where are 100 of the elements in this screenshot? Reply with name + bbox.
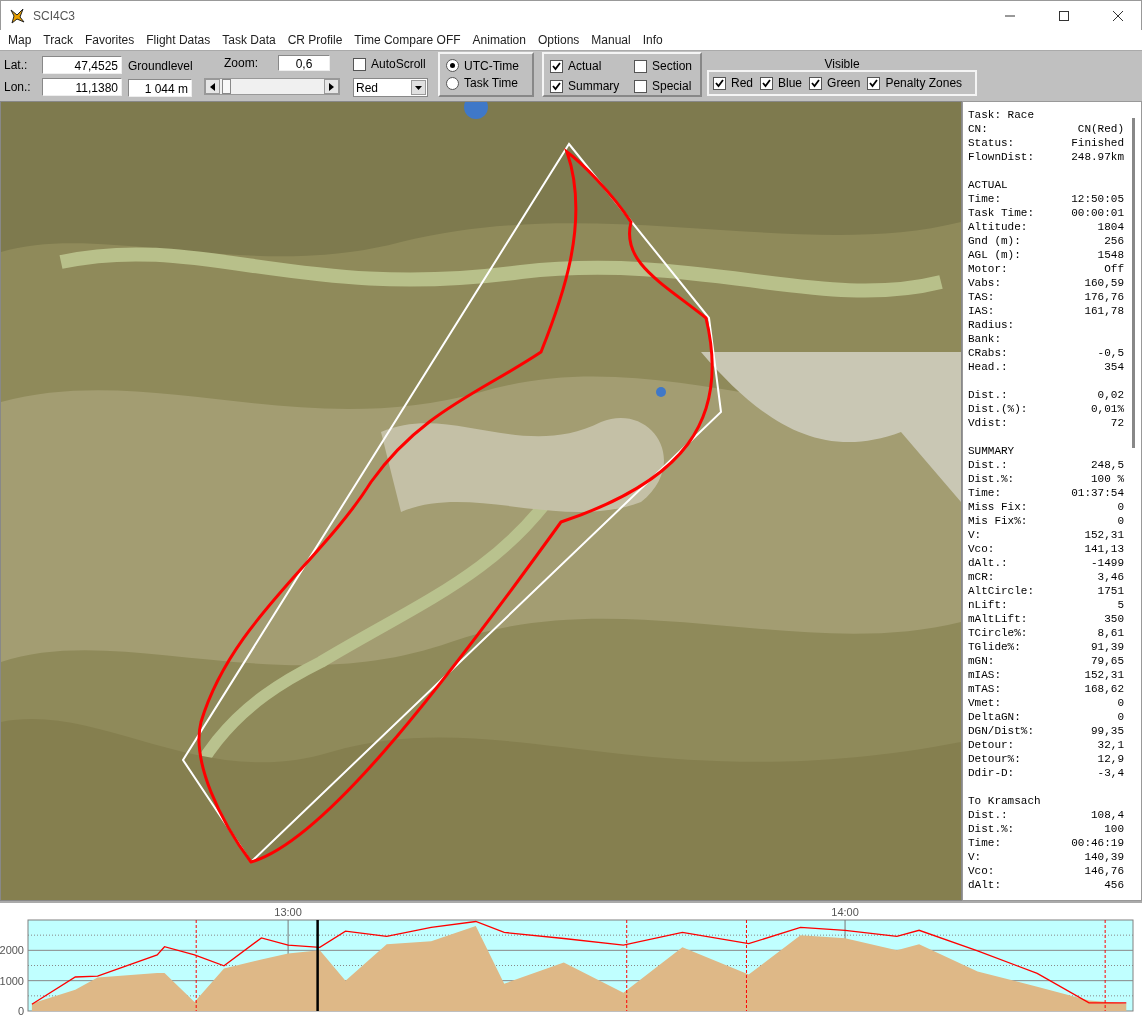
menu-item[interactable]: Flight Datas: [140, 33, 217, 47]
info-label: AltCircle:: [968, 584, 1034, 598]
info-value: 152,31: [1084, 668, 1124, 682]
checkbox[interactable]: [809, 76, 823, 90]
menu-item[interactable]: CR Profile: [281, 33, 349, 47]
info-value: 1804: [1097, 220, 1124, 234]
info-value: 354: [1104, 360, 1124, 374]
y-tick-label: 0: [17, 1005, 24, 1017]
visible-label: Visible: [824, 56, 860, 70]
info-value: 5: [1117, 598, 1124, 612]
info-value: Off: [1104, 262, 1124, 276]
info-label: Dist.%:: [968, 472, 1015, 486]
pilot-dropdown[interactable]: Red: [353, 78, 428, 97]
info-label: mTAS:: [968, 682, 1001, 696]
info-value: 12,9: [1097, 752, 1124, 766]
info-value: 350: [1104, 612, 1124, 626]
menu-item[interactable]: Favorites: [78, 33, 141, 47]
info-value: 0: [1117, 514, 1124, 528]
slider-thumb[interactable]: [222, 79, 232, 94]
info-value: Finished: [1071, 136, 1124, 150]
menu-item[interactable]: Options: [531, 33, 586, 47]
info-value: 3,46: [1097, 570, 1124, 584]
info-label: DeltaGN:: [968, 710, 1021, 724]
menu-item[interactable]: Track: [37, 33, 79, 47]
info-label: IAS:: [968, 304, 995, 318]
info-label: Vdist:: [968, 416, 1008, 430]
zoom-slider[interactable]: [204, 78, 340, 95]
info-label: mAltLift:: [968, 612, 1028, 626]
info-value: 91,39: [1091, 640, 1124, 654]
longitude-label: Lon.:: [4, 80, 32, 94]
x-tick-label: 14:00: [831, 906, 859, 918]
checkbox[interactable]: [867, 76, 881, 90]
info-value: 160,59: [1084, 276, 1124, 290]
info-value: 8,61: [1097, 626, 1124, 640]
info-label: Task Time:: [968, 206, 1034, 220]
info-value: 0: [1117, 696, 1124, 710]
info-label: TAS:: [968, 290, 995, 304]
info-label: TCircle%:: [968, 626, 1028, 640]
info-label: mGN:: [968, 654, 995, 668]
info-value: 161,78: [1084, 304, 1124, 318]
checkbox[interactable]: [550, 79, 563, 93]
info-value: 32,1: [1097, 738, 1124, 752]
input-field[interactable]: 0,6: [278, 55, 330, 71]
info-label: Dist.:: [968, 458, 1008, 472]
menu-item[interactable]: Animation: [466, 33, 532, 47]
radio-label: Task Time: [464, 76, 518, 91]
info-value: 01:37:54: [1071, 486, 1124, 500]
input-field[interactable]: 47,4525: [42, 56, 122, 74]
info-label: Head.:: [968, 360, 1008, 374]
section-heading: ACTUAL: [968, 178, 1009, 192]
time-cursor[interactable]: [316, 920, 319, 1011]
info-label: AGL (m):: [968, 248, 1021, 262]
radio-button[interactable]: [446, 59, 459, 73]
info-label: Mis Fix%:: [968, 514, 1028, 528]
info-label: Time:: [968, 836, 1001, 850]
info-label: Status:: [968, 136, 1015, 150]
checkbox[interactable]: [760, 76, 773, 90]
info-label: Ddir-D:: [968, 766, 1015, 780]
y-tick-label: 2000: [0, 944, 24, 957]
info-label: Dist.%:: [968, 822, 1015, 836]
radio-button[interactable]: [446, 76, 459, 90]
info-value: 0: [1117, 710, 1124, 724]
info-value: 99,35: [1091, 724, 1124, 738]
input-field[interactable]: 11,1380: [42, 78, 122, 96]
info-label: FlownDist:: [968, 150, 1034, 164]
checkbox-label: Blue: [778, 76, 803, 90]
scroll-bar[interactable]: [1132, 118, 1135, 448]
info-value: 100 %: [1091, 472, 1124, 486]
info-value: 0: [1117, 500, 1124, 514]
checkbox[interactable]: [713, 76, 726, 90]
app-icon: [9, 7, 25, 24]
info-value: 146,76: [1084, 864, 1124, 878]
checkbox-label: Section: [652, 59, 693, 73]
menu-item[interactable]: Task Data: [216, 33, 282, 47]
info-label: dAlt.:: [968, 556, 1008, 570]
info-value: 00:00:01: [1071, 206, 1124, 220]
info-value: 1548: [1097, 248, 1124, 262]
input-field[interactable]: 1 044 m: [128, 79, 192, 97]
checkbox[interactable]: [634, 79, 647, 93]
info-label: mIAS:: [968, 668, 1001, 682]
info-value: 176,76: [1084, 290, 1124, 304]
menu-item[interactable]: Time Compare OFF: [348, 33, 467, 47]
info-value: 00:46:19: [1071, 836, 1124, 850]
menu-item[interactable]: Info: [636, 33, 669, 47]
info-value: 256: [1104, 234, 1124, 248]
menu-item[interactable]: Manual: [585, 33, 637, 47]
info-label: Dist.:: [968, 808, 1008, 822]
checkbox[interactable]: [353, 57, 366, 71]
checkbox[interactable]: [634, 59, 647, 73]
radio-label: UTC-Time: [464, 58, 519, 73]
info-label: Miss Fix:: [968, 500, 1028, 514]
info-label: Gnd (m):: [968, 234, 1021, 248]
info-label: CRabs:: [968, 346, 1008, 360]
checkbox[interactable]: [550, 59, 563, 73]
close-icon[interactable]: [1112, 9, 1124, 22]
menu-item[interactable]: Map: [2, 33, 38, 47]
info-value: 248.97km: [1071, 150, 1124, 164]
info-label: Task: Race: [968, 108, 1034, 122]
info-label: Vco:: [968, 864, 995, 878]
maximize-icon[interactable]: [1058, 9, 1070, 22]
